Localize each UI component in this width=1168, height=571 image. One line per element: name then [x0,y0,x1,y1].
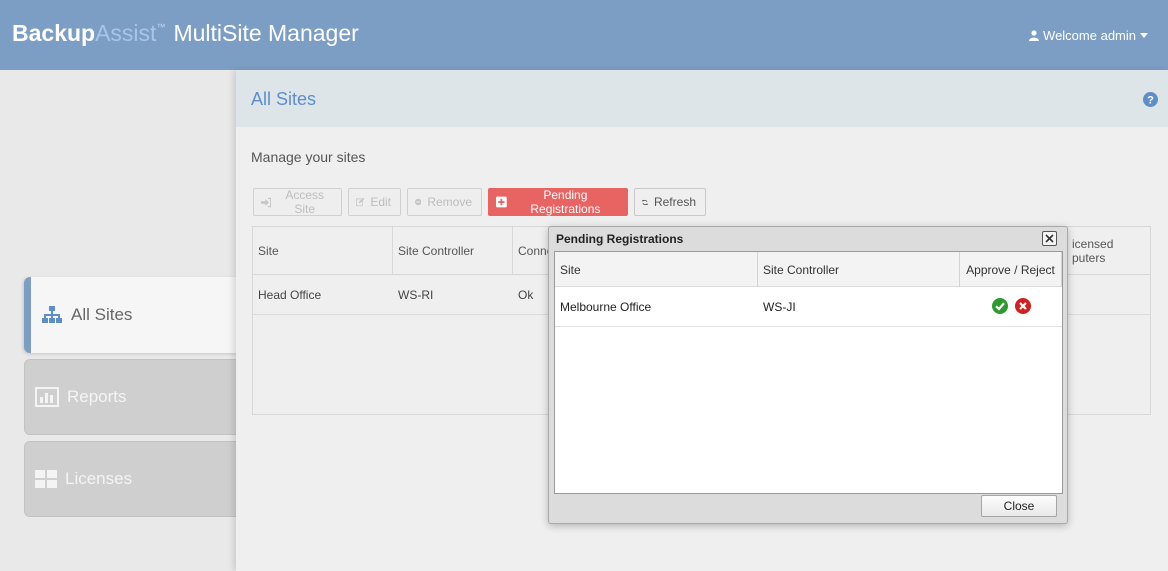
dialog-close-x-button[interactable] [1042,231,1057,246]
access-site-label: Access Site [285,188,325,216]
close-icon [1045,234,1054,243]
sign-in-icon [261,197,272,207]
check-circle-icon [991,297,1008,314]
dialog-cell-site: Melbourne Office [560,300,652,314]
dialog-column-site[interactable]: Site [555,252,758,287]
pending-registrations-button[interactable]: Pending Registrations [488,188,628,216]
dialog-cell-site-controller: WS-JI [763,300,796,314]
sidebar-label-all-sites: All Sites [71,305,133,324]
edit-icon [356,197,365,207]
cell-site: Head Office [258,288,322,302]
plus-square-icon [496,196,507,208]
column-header-site[interactable]: Site [253,227,393,275]
edit-button[interactable]: Edit [348,188,401,216]
refresh-button[interactable]: Refresh [634,188,706,216]
edit-label: Edit [370,195,391,209]
dialog-body: Site Site Controller Approve / Reject Me… [554,251,1063,494]
page-subtitle: Manage your sites [251,149,366,165]
help-icon[interactable]: ? [1143,92,1158,112]
grid-icon [35,470,57,488]
brand-logo: BackupAssist™ MultiSite Manager [12,20,359,47]
remove-label: Remove [427,195,472,209]
refresh-label: Refresh [653,195,696,209]
dialog-close-button[interactable]: Close [981,495,1057,517]
reject-button[interactable] [1014,297,1031,317]
page-title: All Sites [251,89,317,109]
brand-trademark: ™ [156,22,166,32]
column-header-site-controller[interactable]: Site Controller [393,227,513,275]
user-icon [1029,30,1040,41]
svg-text:?: ? [1147,95,1154,107]
dialog-column-site-controller[interactable]: Site Controller [758,252,960,287]
welcome-text: Welcome admin [1043,28,1136,43]
sidebar-item-all-sites[interactable]: All Sites [24,277,244,353]
cell-site-controller: WS-RI [398,288,434,302]
sidebar-label-licenses: Licenses [65,469,133,488]
dialog-title: Pending Registrations [556,232,684,246]
toolbar: Access Site Edit Remove Pending Registra… [253,188,706,216]
top-bar: BackupAssist™ MultiSite Manager Welcome a… [0,0,1168,70]
brand-bold: Backup [12,20,96,46]
user-menu[interactable]: Welcome admin [1029,28,1148,43]
column-header-licensed-computers[interactable]: icensed puters [1063,227,1151,275]
access-site-button[interactable]: Access Site [253,188,342,216]
brand-light: Assist [95,20,157,46]
page-header: All Sites ? [236,70,1168,127]
sitemap-icon [41,306,63,324]
remove-button[interactable]: Remove [407,188,482,216]
sidebar-label-reports: Reports [67,387,127,406]
pending-registrations-label: Pending Registrations [530,188,601,216]
sidebar-item-licenses[interactable]: Licenses [24,441,244,517]
sidebar-item-reports[interactable]: Reports [24,359,244,435]
cell-connection: Ok [518,288,534,302]
app-name: MultiSite Manager [173,20,359,46]
approve-button[interactable] [991,297,1008,317]
pending-registrations-dialog: Pending Registrations Site Site Controll… [548,226,1068,524]
column-header-licensed-line1: icensed [1072,237,1114,251]
dialog-column-approve-reject[interactable]: Approve / Reject [960,252,1062,287]
x-circle-icon [1014,297,1031,314]
dialog-cell-actions [960,287,1062,327]
minus-circle-icon [415,198,422,206]
dialog-table-row[interactable]: Melbourne Office WS-JI [555,287,1062,327]
column-header-licensed-line2: puters [1072,251,1106,265]
bar-chart-icon [35,387,59,407]
refresh-icon [642,199,648,205]
dialog-table-header: Site Site Controller Approve / Reject [555,252,1062,287]
caret-down-icon [1140,33,1148,38]
